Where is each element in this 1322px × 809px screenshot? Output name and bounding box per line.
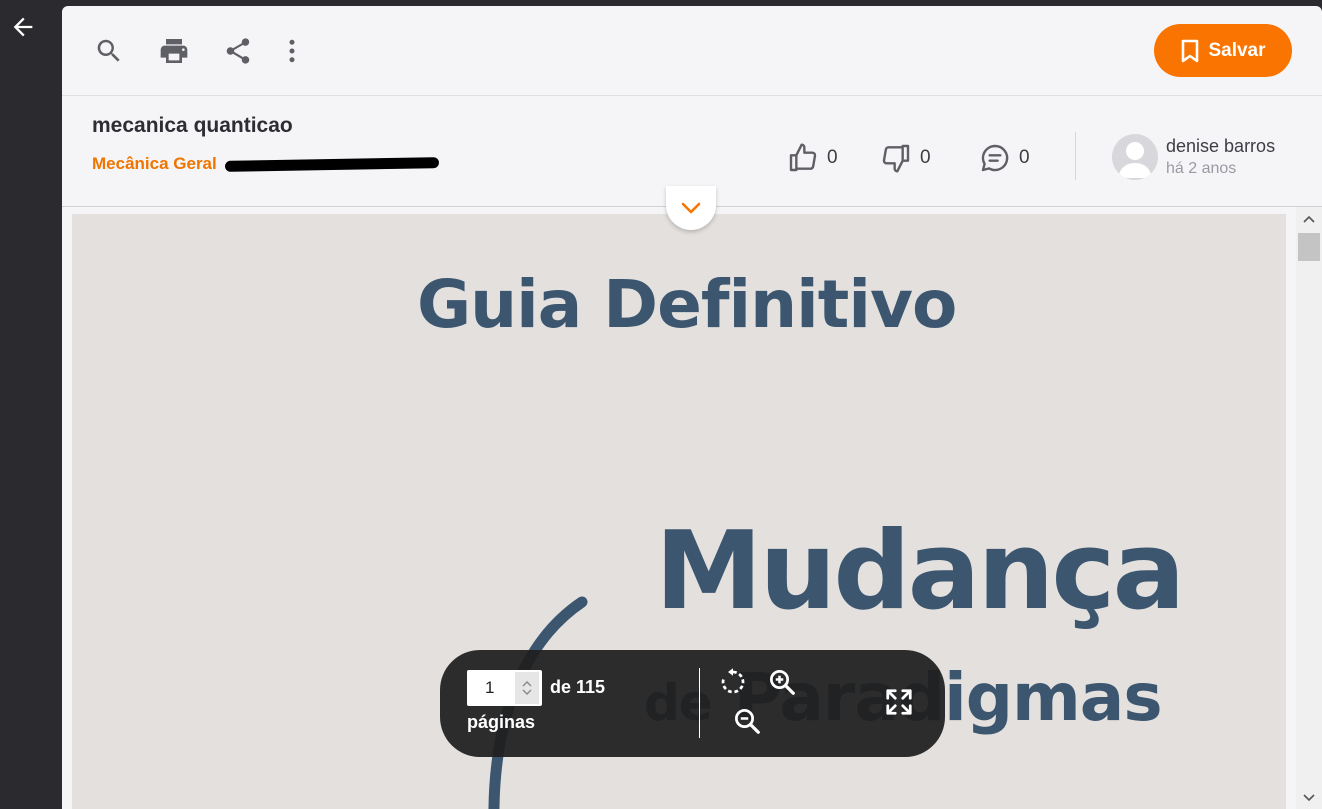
save-button[interactable]: Salvar bbox=[1154, 24, 1292, 77]
fullscreen-icon bbox=[886, 689, 912, 715]
more-options-button[interactable] bbox=[275, 34, 309, 68]
author-info[interactable]: denise barros há 2 anos bbox=[1112, 134, 1275, 180]
dislike-button[interactable]: 0 bbox=[880, 142, 931, 174]
user-silhouette-icon bbox=[1118, 142, 1152, 178]
page-stepper[interactable] bbox=[515, 672, 539, 704]
rotate-icon bbox=[721, 668, 745, 694]
category-link[interactable]: Mecânica Geral bbox=[92, 154, 217, 174]
avatar bbox=[1112, 134, 1158, 180]
scroll-down-button[interactable] bbox=[1296, 786, 1322, 809]
like-button[interactable]: 0 bbox=[787, 142, 838, 174]
share-button[interactable] bbox=[221, 34, 255, 68]
chevron-down-icon bbox=[522, 689, 532, 695]
rotate-button[interactable] bbox=[717, 666, 749, 698]
print-button[interactable] bbox=[157, 34, 191, 68]
page-heading: Guia Definitivo bbox=[417, 266, 957, 343]
toolbar: Salvar bbox=[62, 6, 1322, 96]
comment-count: 0 bbox=[1019, 147, 1030, 168]
fullscreen-button[interactable] bbox=[883, 686, 915, 718]
chevron-up-icon bbox=[522, 681, 532, 687]
page-big-word: Mudança bbox=[655, 509, 1185, 634]
back-button[interactable] bbox=[8, 12, 38, 42]
zoom-out-button[interactable] bbox=[731, 705, 763, 737]
search-button[interactable] bbox=[92, 34, 126, 68]
comment-icon bbox=[981, 144, 1009, 172]
chevron-down-icon bbox=[681, 202, 701, 214]
pager-divider bbox=[699, 668, 700, 738]
document-title: mecanica quanticao bbox=[92, 114, 293, 137]
scroll-thumb[interactable] bbox=[1298, 233, 1320, 261]
share-icon bbox=[226, 38, 250, 64]
divider bbox=[1075, 132, 1076, 180]
document-meta: Mecânica Geral bbox=[92, 154, 439, 174]
dislike-count: 0 bbox=[920, 147, 931, 168]
zoom-out-icon bbox=[735, 709, 760, 734]
page-navigator: de 115 páginas bbox=[440, 650, 945, 757]
save-label: Salvar bbox=[1208, 39, 1266, 61]
thumbs-up-icon bbox=[789, 143, 817, 172]
author-name: denise barros bbox=[1166, 136, 1276, 156]
thumbs-down-icon bbox=[882, 144, 910, 173]
more-vertical-icon bbox=[289, 39, 295, 63]
bookmark-icon bbox=[1182, 39, 1199, 62]
vertical-scrollbar[interactable] bbox=[1296, 207, 1322, 809]
comments-button[interactable]: 0 bbox=[979, 142, 1030, 174]
zoom-in-icon bbox=[770, 670, 795, 695]
pages-label: páginas bbox=[467, 712, 536, 732]
search-icon bbox=[97, 39, 120, 62]
redacted-text bbox=[224, 156, 439, 172]
zoom-in-button[interactable] bbox=[766, 666, 798, 698]
print-icon bbox=[160, 39, 188, 63]
chevron-down-icon bbox=[1303, 794, 1315, 802]
chevron-up-icon bbox=[1303, 215, 1315, 223]
scroll-up-button[interactable] bbox=[1296, 207, 1322, 231]
page-total: de 115 bbox=[550, 677, 606, 697]
author-time: há 2 anos bbox=[1166, 160, 1237, 177]
like-count: 0 bbox=[827, 147, 838, 168]
arrow-left-icon bbox=[13, 17, 33, 37]
